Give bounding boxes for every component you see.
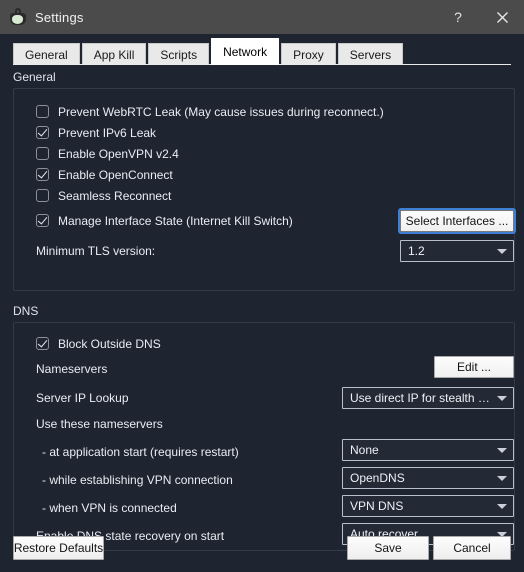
dns-group: DNS Block Outside DNS Nameservers Edit .… — [13, 304, 515, 551]
checkbox-row-prevent-webrtc-leak[interactable]: Prevent WebRTC Leak (May cause issues du… — [36, 101, 515, 122]
ns-at-application-start-value: None — [350, 443, 379, 457]
ns-when-connected-label: - when VPN is connected — [42, 500, 177, 515]
title-bar: Settings ? — [0, 0, 524, 34]
prevent-webrtc-leak-label: Prevent WebRTC Leak (May cause issues du… — [58, 104, 384, 119]
tab-servers[interactable]: Servers — [337, 43, 404, 65]
nameservers-edit-button[interactable]: Edit ... — [434, 356, 514, 378]
tab-general[interactable]: General — [13, 43, 80, 65]
seamless-reconnect-checkbox[interactable] — [36, 189, 49, 202]
manage-interface-state-label: Manage Interface State (Internet Kill Sw… — [58, 213, 293, 228]
prevent-ipv6-leak-checkbox[interactable] — [36, 126, 49, 139]
use-these-nameservers-label: Use these nameservers — [36, 416, 163, 431]
nameservers-label: Nameservers — [36, 361, 108, 376]
ns-while-establishing-label: - while establishing VPN connection — [42, 472, 233, 487]
checkbox-row-block-outside-dns[interactable]: Block Outside DNS — [36, 333, 515, 354]
save-button[interactable]: Save — [347, 536, 429, 560]
dialog-footer: Restore Defaults Save Cancel — [0, 526, 524, 572]
checkbox-row-enable-openvpn[interactable]: Enable OpenVPN v2.4 — [36, 143, 515, 164]
ns-when-connected-value: VPN DNS — [350, 499, 404, 513]
dns-group-title: DNS — [13, 304, 39, 318]
chevron-down-icon — [497, 503, 507, 509]
prevent-webrtc-leak-checkbox[interactable] — [36, 105, 49, 118]
checkbox-row-enable-openconnect[interactable]: Enable OpenConnect — [36, 164, 515, 185]
block-outside-dns-label: Block Outside DNS — [58, 336, 161, 351]
ns-when-connected-combo[interactable]: VPN DNS — [342, 495, 514, 517]
enable-openvpn-checkbox[interactable] — [36, 147, 49, 160]
select-interfaces-button[interactable]: Select Interfaces ... — [398, 208, 516, 234]
ns-while-establishing-combo[interactable]: OpenDNS — [342, 467, 514, 489]
manage-interface-state-checkbox[interactable] — [36, 214, 49, 227]
general-group-title: General — [13, 70, 56, 84]
server-ip-lookup-value: Use direct IP for stealth only — [350, 391, 491, 405]
help-icon: ? — [454, 9, 462, 25]
chevron-down-icon — [497, 475, 507, 481]
settings-window: Settings ? General App Kill Scripts Netw… — [0, 0, 524, 572]
help-button[interactable]: ? — [436, 0, 480, 34]
restore-defaults-button[interactable]: Restore Defaults — [13, 536, 104, 560]
chevron-down-icon — [497, 395, 507, 401]
network-tab-panel: General Prevent WebRTC Leak (May cause i… — [0, 65, 524, 551]
minimum-tls-version-value: 1.2 — [408, 244, 425, 258]
cancel-button[interactable]: Cancel — [433, 536, 511, 560]
chevron-down-icon — [497, 248, 507, 254]
minimum-tls-version-combo[interactable]: 1.2 — [400, 240, 514, 262]
prevent-ipv6-leak-label: Prevent IPv6 Leak — [58, 125, 157, 140]
use-these-nameservers-row: Use these nameservers — [36, 413, 515, 434]
ns-while-establishing-value: OpenDNS — [350, 471, 405, 485]
chevron-down-icon — [497, 447, 507, 453]
general-group: General Prevent WebRTC Leak (May cause i… — [13, 70, 516, 291]
tab-scripts[interactable]: Scripts — [148, 43, 210, 65]
app-cloud-icon — [9, 8, 27, 26]
tab-network[interactable]: Network — [211, 38, 280, 65]
tab-strip: General App Kill Scripts Network Proxy S… — [0, 34, 524, 65]
seamless-reconnect-label: Seamless Reconnect — [58, 188, 172, 203]
close-button[interactable] — [480, 0, 524, 34]
checkbox-row-seamless-reconnect[interactable]: Seamless Reconnect — [36, 185, 515, 206]
block-outside-dns-checkbox[interactable] — [36, 337, 49, 350]
tab-app-kill[interactable]: App Kill — [81, 43, 147, 65]
enable-openconnect-label: Enable OpenConnect — [58, 167, 173, 182]
ns-at-application-start-label: - at application start (requires restart… — [42, 444, 239, 459]
enable-openvpn-label: Enable OpenVPN v2.4 — [58, 146, 179, 161]
server-ip-lookup-combo[interactable]: Use direct IP for stealth only — [342, 387, 514, 409]
window-title: Settings — [35, 9, 84, 25]
close-icon — [496, 11, 508, 23]
enable-openconnect-checkbox[interactable] — [36, 168, 49, 181]
tab-proxy[interactable]: Proxy — [281, 43, 336, 65]
server-ip-lookup-label: Server IP Lookup — [36, 390, 129, 405]
minimum-tls-version-label: Minimum TLS version: — [36, 243, 156, 258]
checkbox-row-prevent-ipv6-leak[interactable]: Prevent IPv6 Leak — [36, 122, 515, 143]
ns-at-application-start-combo[interactable]: None — [342, 439, 514, 461]
